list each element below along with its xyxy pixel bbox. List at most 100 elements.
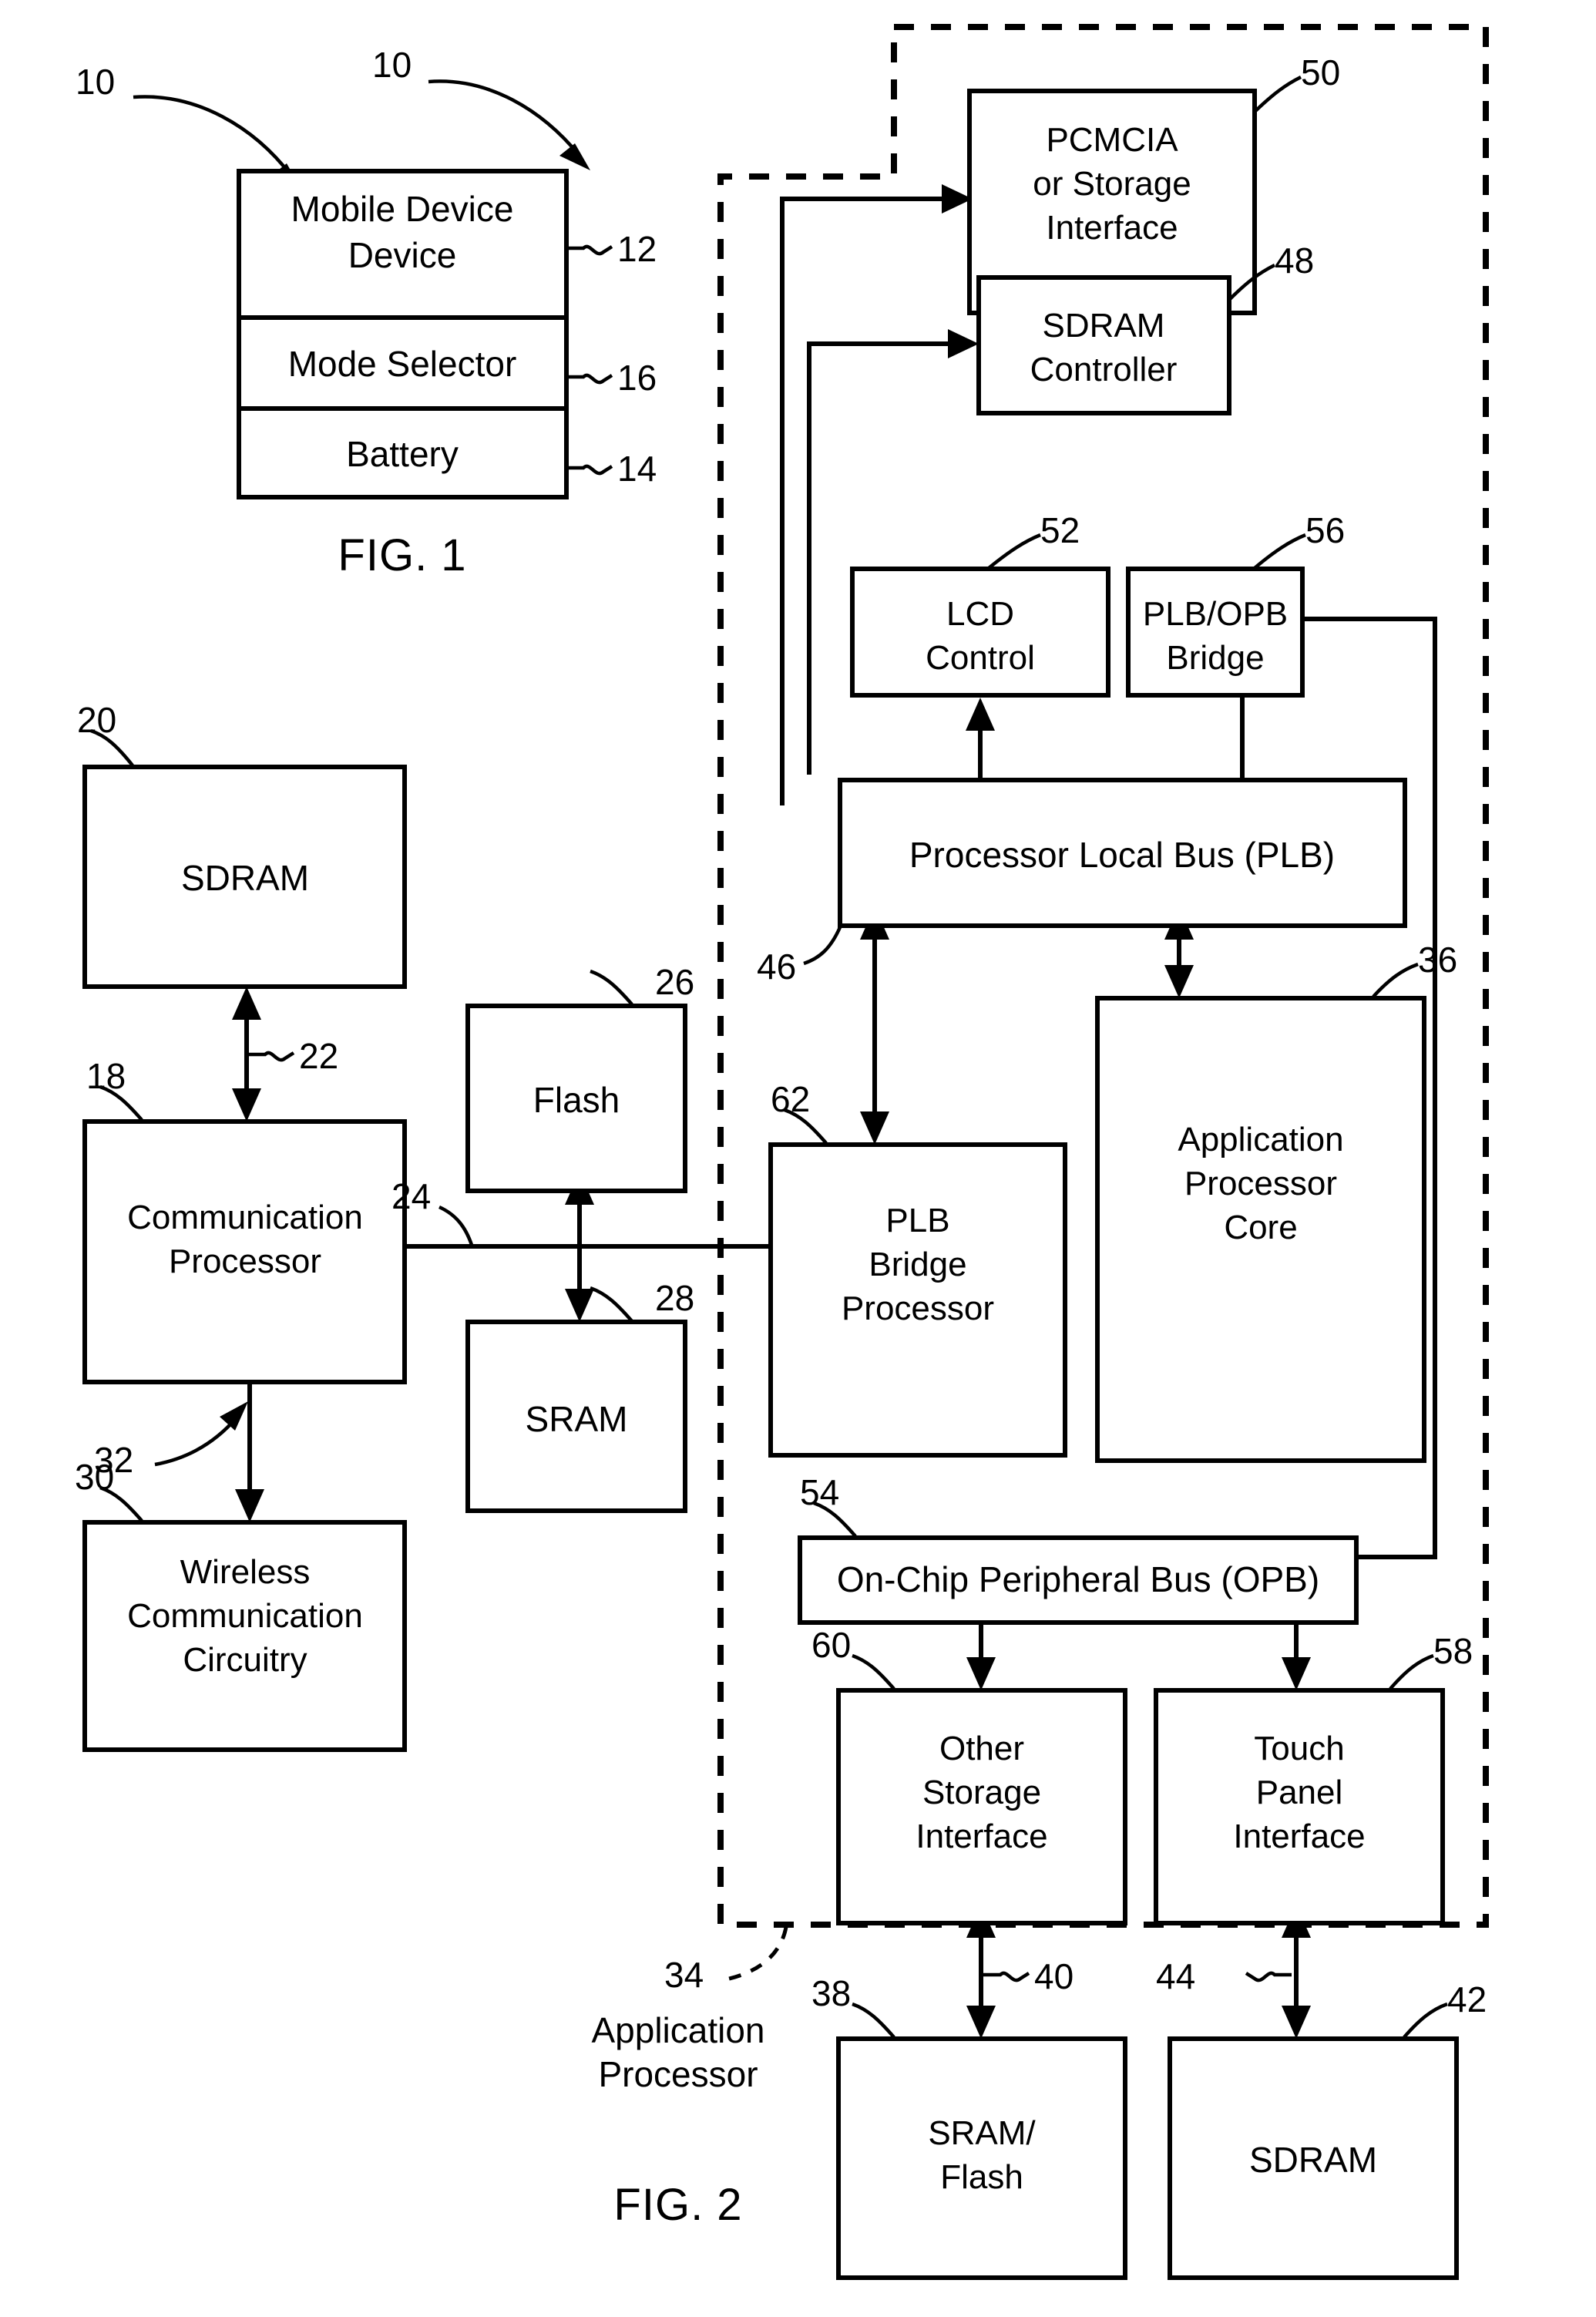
- application-processor-boundary-label-line2: Processor: [598, 2054, 758, 2094]
- wire-plb-to-lcd-control-arrowhead: [966, 698, 995, 731]
- fig1-ref-14-leader: [566, 464, 613, 476]
- sram-flash-ref-leader: [852, 2002, 895, 2039]
- application-processor-core-label-line1: Application: [1178, 1121, 1343, 1158]
- sram-flash-ref-label: 38: [811, 1973, 851, 2013]
- ref-22-leader: [248, 1051, 295, 1062]
- wireless-label-line2: Communication: [127, 1597, 363, 1635]
- mobile-device-label-line1: Mobile Device: [291, 189, 514, 229]
- sdram-bottom-ref-label: 42: [1447, 1979, 1487, 2019]
- sdram-controller-label-line1: SDRAM: [1043, 307, 1165, 345]
- ref-32-leader: [154, 1401, 248, 1467]
- ref-40-leader: [983, 1971, 1030, 1982]
- figure-1-caption: FIG. 1: [338, 530, 466, 580]
- sdram-left-label: SDRAM: [181, 858, 309, 898]
- plb-bridge-processor-label-line2: Bridge: [869, 1246, 966, 1283]
- pcmcia-ref-label: 50: [1301, 52, 1340, 92]
- pcmcia-ref-leader: [1253, 75, 1302, 113]
- ref-44-label: 44: [1156, 1956, 1195, 1996]
- sdram-controller-label-line2: Controller: [1030, 351, 1178, 388]
- sdram-bottom-ref-leader: [1403, 2002, 1448, 2039]
- fig1-ref-10-label: 10: [76, 62, 115, 102]
- communication-processor-label-line2: Processor: [169, 1243, 321, 1280]
- figure-2-caption: FIG. 2: [613, 2180, 742, 2230]
- patent-drawing-sheet: 10 Mobile Device Device Mode Selector Ba…: [0, 0, 1596, 2317]
- flash-ref-label: 26: [655, 962, 694, 1002]
- sdram-controller-ref-label: 48: [1275, 240, 1314, 281]
- plb-opb-bridge-ref-label: 56: [1305, 510, 1345, 550]
- battery-label: Battery: [346, 434, 459, 474]
- other-storage-interface-ref-leader: [852, 1653, 895, 1690]
- boundary-ref-34-label: 34: [664, 1955, 704, 1995]
- fig1-ref-16-leader: [566, 373, 613, 385]
- processor-local-bus-label: Processor Local Bus (PLB): [909, 835, 1335, 875]
- sdram-controller-box: [976, 275, 1231, 415]
- application-processor-core-label-line3: Core: [1224, 1209, 1297, 1246]
- fig2-ref-10-label: 10: [372, 45, 412, 85]
- flash-label: Flash: [533, 1080, 620, 1120]
- touch-panel-interface-ref-leader: [1389, 1653, 1434, 1690]
- plb-opb-bridge-label-line2: Bridge: [1166, 639, 1264, 677]
- wire-plb-bridge-arrowhead-down: [860, 1111, 889, 1145]
- communication-processor-label-line1: Communication: [127, 1199, 363, 1236]
- ref-24-label: 24: [391, 1176, 431, 1216]
- sram-flash-label-line1: SRAM/: [928, 2114, 1036, 2152]
- wire-other-storage-arrowhead: [966, 1657, 996, 1690]
- wire-22-arrowhead-down: [232, 1088, 261, 1122]
- touch-panel-interface-label-line2: Panel: [1256, 1774, 1343, 1811]
- wire-touch-panel-arrowhead: [1282, 1657, 1311, 1690]
- touch-panel-interface-ref-label: 58: [1433, 1631, 1473, 1671]
- fig1-ref-14-label: 14: [617, 449, 657, 489]
- sram-ref-label: 28: [655, 1278, 694, 1318]
- ref-24-leader: [438, 1205, 474, 1246]
- wire-apc-arrowhead-down: [1164, 965, 1194, 998]
- lcd-control-ref-label: 52: [1040, 510, 1080, 550]
- plb-opb-bridge-ref-leader: [1253, 533, 1306, 570]
- other-storage-interface-label-line2: Storage: [922, 1774, 1041, 1811]
- sdram-bottom-label: SDRAM: [1249, 2140, 1377, 2180]
- sram-flash-label-line2: Flash: [940, 2158, 1023, 2196]
- figure-1-group: 10 Mobile Device Device Mode Selector Ba…: [76, 62, 657, 580]
- ref-40-label: 40: [1034, 1956, 1074, 1996]
- on-chip-peripheral-bus-ref-label: 54: [800, 1472, 839, 1512]
- other-storage-interface-label-line3: Interface: [916, 1818, 1047, 1855]
- sdram-left-ref-label: 20: [77, 700, 116, 740]
- touch-panel-interface-label-line3: Interface: [1233, 1818, 1365, 1855]
- lcd-control-label-line1: LCD: [946, 595, 1014, 633]
- wire-plb-to-sdram-controller: [807, 341, 962, 775]
- lcd-control-ref-leader: [987, 533, 1041, 570]
- ref-44-leader: [1245, 1971, 1292, 1982]
- processor-local-bus-ref-label: 46: [757, 947, 796, 987]
- wireless-label-line1: Wireless: [180, 1553, 311, 1591]
- pcmcia-label-line2: or Storage: [1033, 165, 1191, 203]
- flash-ref-leader: [590, 969, 633, 1006]
- mode-selector-label: Mode Selector: [288, 344, 517, 384]
- plb-bridge-processor-ref-label: 62: [771, 1079, 810, 1119]
- boundary-ref-34-leader: [725, 1926, 788, 1982]
- other-storage-interface-label-line1: Other: [939, 1730, 1024, 1767]
- ref-22-label: 22: [299, 1036, 338, 1076]
- wire-40-arrowhead-down: [966, 2006, 996, 2039]
- on-chip-peripheral-bus-label: On-Chip Peripheral Bus (OPB): [837, 1559, 1319, 1599]
- wireless-label-line3: Circuitry: [183, 1641, 307, 1679]
- wire-44-arrowhead-down: [1282, 2006, 1311, 2039]
- ref-32-label: 32: [94, 1440, 133, 1480]
- application-processor-core-ref-leader: [1372, 962, 1419, 998]
- wire-plb-to-sdram-controller-arrowhead: [948, 329, 979, 358]
- plb-bridge-processor-label-line3: Processor: [842, 1290, 994, 1327]
- application-processor-core-label-line2: Processor: [1184, 1165, 1337, 1202]
- wire-sram-arrowhead: [565, 1289, 594, 1322]
- communication-processor-ref-label: 18: [86, 1056, 126, 1096]
- sram-label: SRAM: [526, 1399, 628, 1439]
- fig1-ref-12-label: 12: [617, 229, 657, 269]
- wire-22-arrowhead-up: [232, 987, 261, 1020]
- touch-panel-interface-label-line1: Touch: [1254, 1730, 1344, 1767]
- mobile-device-label-line2: Device: [348, 235, 457, 275]
- application-processor-core-ref-label: 36: [1418, 940, 1457, 980]
- wire-wireless-arrowhead: [235, 1489, 264, 1522]
- pcmcia-label-line3: Interface: [1046, 209, 1178, 247]
- plb-bridge-processor-label-line1: PLB: [885, 1202, 949, 1239]
- pcmcia-label-line1: PCMCIA: [1046, 121, 1178, 159]
- lcd-control-label-line2: Control: [926, 639, 1035, 677]
- application-processor-boundary-label-line1: Application: [591, 2010, 764, 2050]
- other-storage-interface-ref-label: 60: [811, 1625, 851, 1665]
